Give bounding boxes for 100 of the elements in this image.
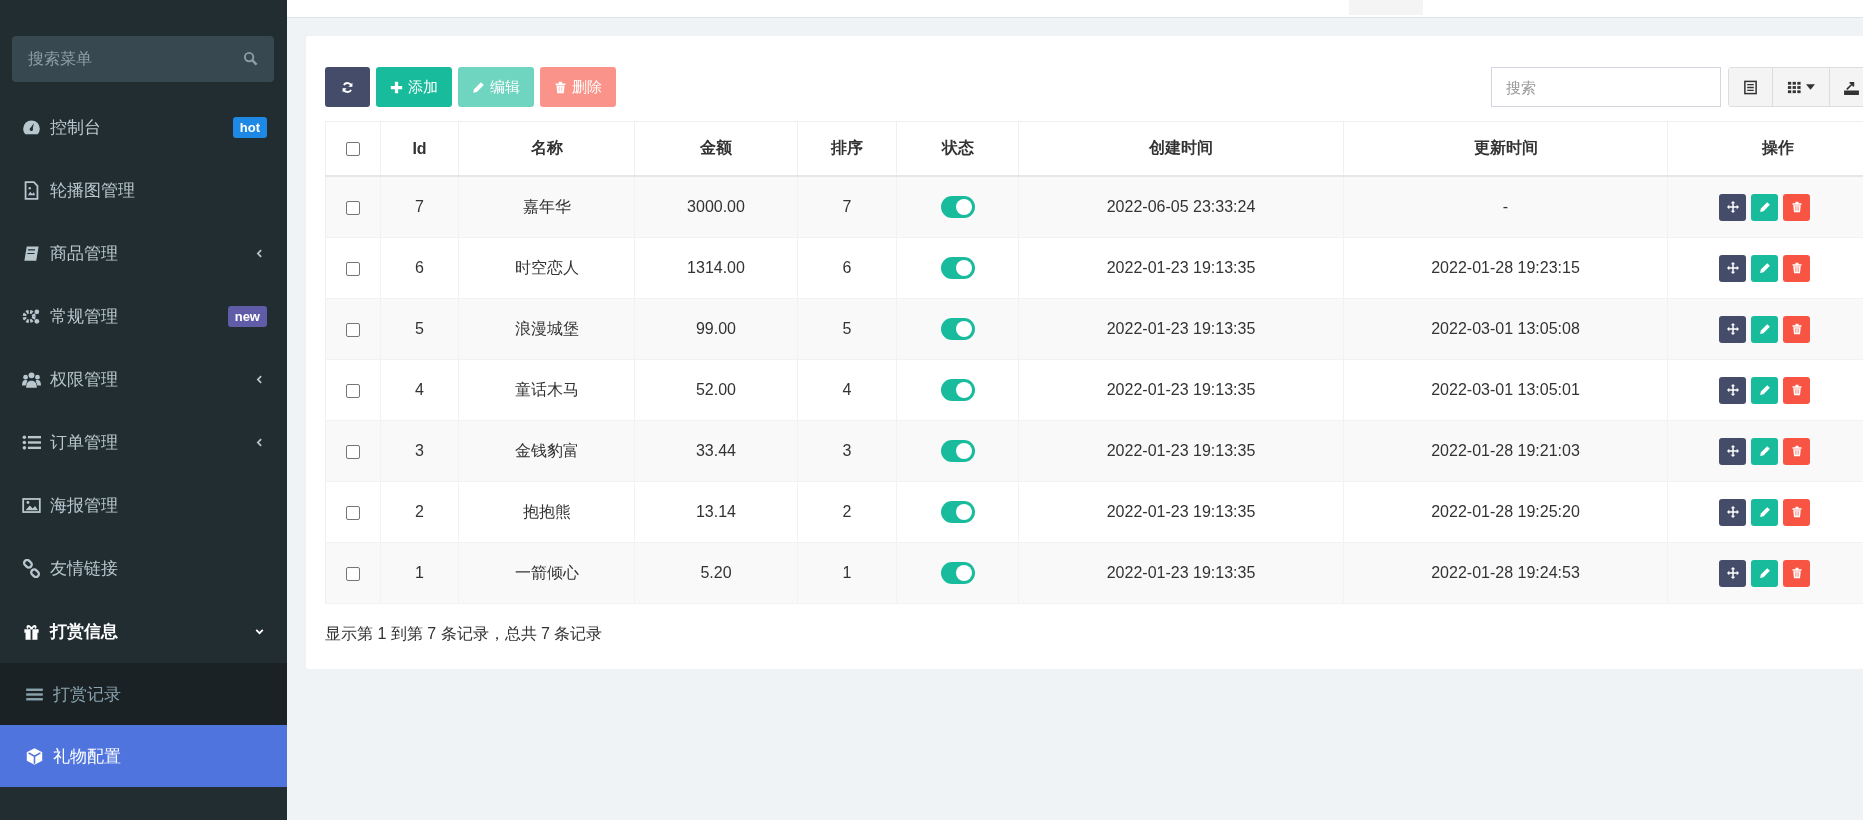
search-field[interactable]: 搜索: [1491, 67, 1721, 107]
sidebar-subitem[interactable]: 礼物配置: [0, 725, 287, 787]
status-toggle[interactable]: [940, 196, 975, 218]
sidebar-item[interactable]: 控制台 hot: [0, 96, 287, 159]
trash-icon: [1790, 262, 1803, 274]
sidebar-subitem[interactable]: 打赏记录: [0, 663, 287, 725]
delete-button[interactable]: [1783, 193, 1810, 221]
delete-button[interactable]: [1783, 315, 1810, 343]
search-icon: [243, 51, 258, 66]
move-arrows-icon: [1726, 201, 1739, 213]
edit-button[interactable]: [1751, 193, 1778, 221]
table-cell: 5: [797, 298, 897, 360]
refresh-button[interactable]: [325, 67, 370, 107]
sidebar-item[interactable]: 商品管理: [0, 222, 287, 285]
row-checkbox[interactable]: [346, 200, 360, 215]
table-cell: 2022-01-28 19:24:53: [1343, 542, 1668, 604]
table-cell: 5.20: [634, 542, 798, 604]
trash-icon: [1790, 323, 1803, 335]
edit-button[interactable]: [1751, 498, 1778, 526]
sidebar-item[interactable]: 订单管理: [0, 411, 287, 474]
menu-search-field[interactable]: 搜索菜单: [12, 36, 274, 82]
move-arrows-icon: [1726, 567, 1739, 579]
drag-button[interactable]: [1719, 437, 1746, 465]
table-cell: 4: [797, 359, 897, 421]
sidebar-item[interactable]: 海报管理: [0, 474, 287, 537]
delete-button[interactable]: [1783, 498, 1810, 526]
image-file-icon: [22, 181, 41, 200]
table-cell: 2022-01-23 19:13:35: [1018, 420, 1344, 482]
sidebar-item[interactable]: 打赏信息: [0, 600, 287, 663]
delete-button[interactable]: [1783, 559, 1810, 587]
table-cell: 2: [380, 481, 459, 543]
edit-button[interactable]: [1751, 559, 1778, 587]
table-cell: 2022-01-28 19:21:03: [1343, 420, 1668, 482]
row-checkbox[interactable]: [346, 566, 360, 581]
trash-icon: [1790, 445, 1803, 457]
edit-button[interactable]: [1751, 437, 1778, 465]
refresh-icon: [341, 80, 354, 94]
table-cell: 童话木马: [458, 359, 635, 421]
table-cell: 1314.00: [634, 237, 798, 299]
sidebar-item[interactable]: 常规管理 new: [0, 285, 287, 348]
row-checkbox[interactable]: [346, 261, 360, 276]
status-toggle[interactable]: [940, 562, 975, 584]
table-cell: 2022-01-23 19:13:35: [1018, 481, 1344, 543]
table-cell: 2022-01-23 19:13:35: [1018, 298, 1344, 360]
pencil-icon: [1758, 445, 1771, 457]
table-cell: 2022-06-05 23:33:24: [1018, 176, 1344, 238]
table-cell: 3: [797, 420, 897, 482]
trash-icon: [1790, 506, 1803, 518]
list-icon: [22, 433, 41, 452]
table-cell: 7: [380, 176, 459, 238]
delete-button[interactable]: [1783, 254, 1810, 282]
table-cell: 2022-01-28 19:23:15: [1343, 237, 1668, 299]
table-cell: 嘉年华: [458, 176, 635, 238]
status-toggle[interactable]: [940, 318, 975, 340]
row-checkbox[interactable]: [346, 505, 360, 520]
table-cell: 2: [797, 481, 897, 543]
edit-button[interactable]: [1751, 315, 1778, 343]
sidebar-item[interactable]: 轮播图管理: [0, 159, 287, 222]
status-toggle[interactable]: [940, 440, 975, 462]
table-cell: 5: [380, 298, 459, 360]
drag-button[interactable]: [1719, 315, 1746, 343]
drag-button[interactable]: [1719, 254, 1746, 282]
card-list-icon: [1743, 79, 1758, 95]
drag-button[interactable]: [1719, 193, 1746, 221]
edit-button[interactable]: [1751, 254, 1778, 282]
grid-icon: [1787, 79, 1802, 95]
row-checkbox[interactable]: [346, 322, 360, 337]
sidebar-item[interactable]: 友情链接: [0, 537, 287, 600]
drag-button[interactable]: [1719, 376, 1746, 404]
link-icon: [22, 559, 41, 578]
table-cell: 2022-03-01 13:05:01: [1343, 359, 1668, 421]
move-arrows-icon: [1726, 506, 1739, 518]
sidebar-item[interactable]: 权限管理: [0, 348, 287, 411]
table-cell: 浪漫城堡: [458, 298, 635, 360]
status-toggle[interactable]: [940, 501, 975, 523]
table-cell: 99.00: [634, 298, 798, 360]
table-cell: 2022-03-01 13:05:08: [1343, 298, 1668, 360]
select-all-checkbox[interactable]: [346, 142, 360, 157]
table-cell: 2022-01-23 19:13:35: [1018, 542, 1344, 604]
drag-button[interactable]: [1719, 559, 1746, 587]
export-icon: [1844, 79, 1859, 95]
row-checkbox[interactable]: [346, 383, 360, 398]
record-summary: 显示第 1 到第 7 条记录，总共 7 条记录: [325, 624, 604, 644]
status-toggle[interactable]: [940, 379, 975, 401]
table-cell: 6: [797, 237, 897, 299]
table-cell: 1: [380, 542, 459, 604]
status-toggle[interactable]: [940, 257, 975, 279]
delete-button[interactable]: [1783, 437, 1810, 465]
table-cell: 金钱豹富: [458, 420, 635, 482]
pencil-icon: [1758, 262, 1771, 274]
delete-button[interactable]: [1783, 376, 1810, 404]
table-cell: 7: [797, 176, 897, 238]
edit-button[interactable]: [1751, 376, 1778, 404]
row-checkbox[interactable]: [346, 444, 360, 459]
table-cell: 2022-01-23 19:13:35: [1018, 359, 1344, 421]
gauge-icon: [22, 118, 41, 137]
trash-icon: [554, 80, 567, 94]
table-cell: 33.44: [634, 420, 798, 482]
drag-button[interactable]: [1719, 498, 1746, 526]
table-cell: 4: [380, 359, 459, 421]
